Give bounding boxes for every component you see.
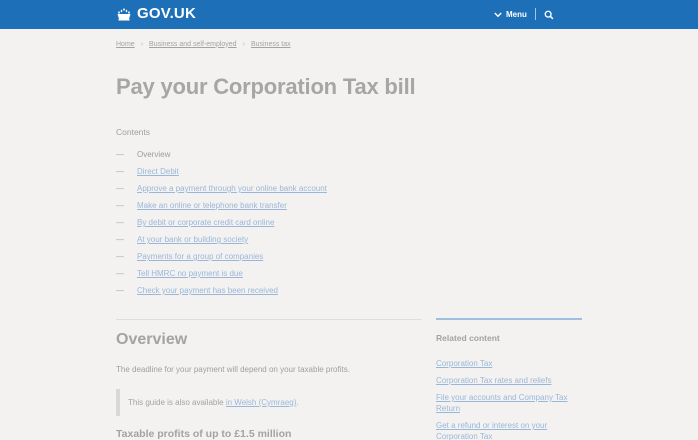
welsh-inset: This guide is also available in Welsh (C… bbox=[116, 389, 416, 416]
contents-link-no-payment[interactable]: Tell HMRC no payment is due bbox=[137, 269, 243, 278]
dash-icon: — bbox=[116, 201, 124, 210]
dash-icon: — bbox=[116, 269, 124, 278]
breadcrumb-chevron-icon: › bbox=[140, 40, 144, 48]
govuk-logo-link[interactable]: GOV.UK bbox=[116, 5, 196, 23]
logo-text: GOV.UK bbox=[137, 5, 196, 22]
contents-item: — At your bank or building society bbox=[116, 231, 327, 248]
dash-icon: — bbox=[116, 286, 124, 295]
section-divider bbox=[116, 319, 422, 320]
header-divider bbox=[535, 8, 536, 20]
contents-item: — Check your payment has been received bbox=[116, 282, 327, 299]
crown-icon bbox=[117, 8, 131, 21]
dash-icon: — bbox=[116, 184, 124, 193]
related-link-file-accounts[interactable]: File your accounts and Company Tax Retur… bbox=[436, 393, 567, 413]
contents-item: — Tell HMRC no payment is due bbox=[116, 265, 327, 282]
contents-item: — Direct Debit bbox=[116, 163, 327, 180]
breadcrumb-business-tax[interactable]: Business tax bbox=[251, 41, 291, 48]
breadcrumb-chevron-icon: › bbox=[242, 40, 245, 48]
contents-link-bank-transfer[interactable]: Make an online or telephone bank transfe… bbox=[137, 201, 287, 210]
related-link-rates-reliefs[interactable]: Corporation Tax rates and reliefs bbox=[436, 376, 551, 385]
inset-end: . bbox=[296, 398, 299, 407]
welsh-link[interactable]: in Welsh (Cymraeg) bbox=[226, 398, 297, 407]
contents-link-bank-branch[interactable]: At your bank or building society bbox=[137, 235, 248, 244]
taxable-profits-heading: Taxable profits of up to £1.5 million bbox=[116, 428, 292, 440]
related-item: Corporation Tax rates and reliefs bbox=[436, 375, 582, 386]
related-divider bbox=[436, 318, 582, 320]
related-item: Get a refund or interest on your Corpora… bbox=[436, 420, 582, 440]
page-title: Pay your Corporation Tax bill bbox=[116, 74, 416, 99]
dash-icon: — bbox=[116, 167, 124, 176]
inset-text: This guide is also available bbox=[128, 398, 224, 407]
dash-icon: — bbox=[116, 235, 124, 244]
contents-link-approve-payment[interactable]: Approve a payment through your online ba… bbox=[137, 184, 327, 193]
contents-item: — Approve a payment through your online … bbox=[116, 180, 327, 197]
related-link-refund-interest[interactable]: Get a refund or interest on your Corpora… bbox=[436, 421, 547, 440]
dash-icon: — bbox=[116, 252, 124, 261]
contents-item: — Payments for a group of companies bbox=[116, 248, 327, 265]
contents-item: — By debit or corporate credit card onli… bbox=[116, 214, 327, 231]
chevron-down-icon bbox=[494, 11, 502, 17]
breadcrumb-home[interactable]: Home bbox=[116, 41, 135, 48]
overview-paragraph: The deadline for your payment will depen… bbox=[116, 365, 350, 374]
menu-button[interactable]: Menu bbox=[494, 8, 527, 21]
menu-label: Menu bbox=[506, 10, 527, 19]
contents-link-group-payments[interactable]: Payments for a group of companies bbox=[137, 252, 263, 261]
dash-icon: — bbox=[116, 218, 124, 227]
contents-current-item: Overview bbox=[137, 150, 171, 159]
contents-link-direct-debit[interactable]: Direct Debit bbox=[137, 167, 179, 176]
contents-item: — Overview bbox=[116, 146, 327, 163]
overview-heading: Overview bbox=[116, 331, 188, 348]
related-item: Corporation Tax bbox=[436, 358, 582, 369]
search-icon bbox=[544, 10, 554, 19]
breadcrumb: Home › Business and self-employed › Busi… bbox=[116, 39, 291, 49]
related-list: Corporation Tax Corporation Tax rates an… bbox=[436, 358, 582, 440]
related-heading: Related content bbox=[436, 333, 500, 343]
related-item: File your accounts and Company Tax Retur… bbox=[436, 392, 582, 414]
contents-item: — Make an online or telephone bank trans… bbox=[116, 197, 327, 214]
contents-link-check-payment[interactable]: Check your payment has been received bbox=[137, 286, 278, 295]
breadcrumb-business[interactable]: Business and self-employed bbox=[149, 41, 237, 48]
dash-icon: — bbox=[116, 150, 124, 159]
contents-list: — Overview — Direct Debit — Approve a pa… bbox=[116, 146, 327, 299]
contents-link-card-online[interactable]: By debit or corporate credit card online bbox=[137, 218, 274, 227]
related-link-corporation-tax[interactable]: Corporation Tax bbox=[436, 359, 492, 368]
site-header: GOV.UK Menu bbox=[0, 0, 698, 29]
contents-label: Contents bbox=[116, 127, 151, 137]
search-button[interactable] bbox=[544, 9, 555, 20]
